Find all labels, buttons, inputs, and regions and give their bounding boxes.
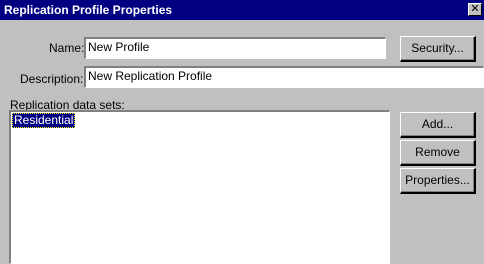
- description-field[interactable]: New Replication Profile: [84, 66, 484, 88]
- name-label: Name:: [49, 41, 85, 55]
- add-button[interactable]: Add...: [400, 112, 476, 138]
- title-bar[interactable]: Replication Profile Properties ✕: [0, 0, 484, 20]
- description-label: Description:: [20, 72, 84, 86]
- list-item[interactable]: Residential: [12, 113, 76, 128]
- close-icon[interactable]: ✕: [468, 3, 482, 16]
- remove-button[interactable]: Remove: [400, 140, 476, 166]
- name-field[interactable]: New Profile: [84, 37, 386, 59]
- datasets-listbox[interactable]: Residential: [9, 110, 390, 264]
- properties-button[interactable]: Properties...: [400, 168, 476, 194]
- window-title: Replication Profile Properties: [4, 3, 173, 17]
- replication-profile-dialog: Replication Profile Properties ✕ Name: N…: [0, 0, 484, 264]
- security-button[interactable]: Security...: [400, 36, 476, 62]
